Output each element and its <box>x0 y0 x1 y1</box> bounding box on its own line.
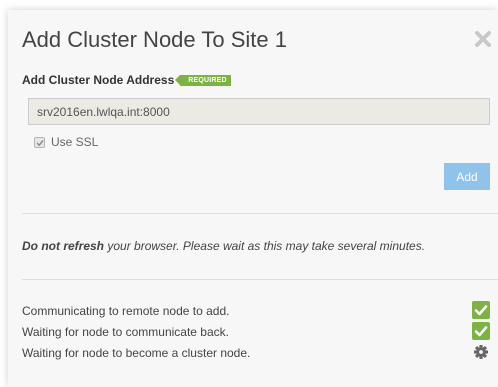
add-cluster-node-dialog: Add Cluster Node To Site 1 Add Cluster N… <box>8 10 498 387</box>
page: Add Cluster Node To Site 1 Add Cluster N… <box>0 0 498 387</box>
cluster-node-address-input[interactable] <box>28 98 490 125</box>
checkmark-icon <box>36 139 44 146</box>
status-text: Waiting for node to communicate back. <box>22 324 229 339</box>
status-item: Waiting for node to become a cluster nod… <box>22 342 498 363</box>
refresh-notice: Do not refresh your browser. Please wait… <box>22 238 472 254</box>
notice-text: your browser. Please wait as this may ta… <box>104 239 426 253</box>
use-ssl-row[interactable]: Use SSL <box>34 135 98 149</box>
gear-icon <box>472 343 490 361</box>
status-list: Communicating to remote node to add. Wai… <box>22 300 498 363</box>
check-icon <box>472 322 490 340</box>
check-icon <box>472 301 490 319</box>
field-label-row: Add Cluster Node Address REQUIRED <box>22 73 231 87</box>
status-item: Communicating to remote node to add. <box>22 300 498 321</box>
dialog-title: Add Cluster Node To Site 1 <box>22 27 287 52</box>
field-label: Add Cluster Node Address <box>22 73 175 87</box>
close-icon[interactable] <box>474 30 492 48</box>
divider <box>22 279 498 280</box>
required-badge: REQUIRED <box>175 74 231 86</box>
status-text: Waiting for node to become a cluster nod… <box>22 345 251 360</box>
divider <box>22 213 498 214</box>
add-button[interactable]: Add <box>444 163 490 190</box>
status-text: Communicating to remote node to add. <box>22 303 230 318</box>
use-ssl-label: Use SSL <box>51 135 99 149</box>
status-item: Waiting for node to communicate back. <box>22 321 498 342</box>
notice-bold: Do not refresh <box>22 239 105 253</box>
use-ssl-checkbox[interactable] <box>34 136 45 148</box>
